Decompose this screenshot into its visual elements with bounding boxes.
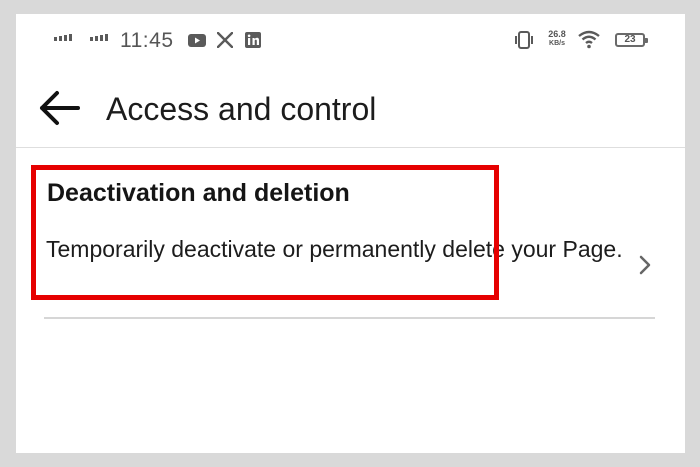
option-title: Deactivation and deletion (47, 179, 350, 207)
linkedin-icon (245, 32, 261, 48)
network-speed-value: 26.8 (548, 29, 566, 39)
network-speed: 26.8 KB/s (544, 30, 570, 48)
clock: 11:45 (120, 29, 174, 52)
chevron-right-icon (639, 255, 651, 275)
x-icon (217, 32, 233, 48)
header-divider (16, 147, 685, 148)
battery-icon: 23 (615, 33, 648, 47)
app-header: Access and control (16, 74, 685, 144)
option-description: Temporarily deactivate or permanently de… (46, 236, 623, 262)
signal-icon (54, 34, 72, 41)
status-bar: 11:45 26.8 KB/s 23 (16, 14, 685, 66)
back-button[interactable] (38, 88, 82, 128)
youtube-icon (188, 34, 206, 47)
battery-level: 23 (624, 34, 636, 45)
option-divider (44, 317, 655, 319)
arrow-left-icon (40, 91, 80, 125)
network-speed-unit: KB/s (549, 40, 565, 47)
vibrate-icon (515, 31, 533, 49)
deactivation-deletion-option[interactable]: Deactivation and deletion Temporarily de… (16, 164, 685, 309)
signal-icon (90, 34, 108, 41)
wifi-icon (578, 30, 600, 49)
phone-screen: 11:45 26.8 KB/s 23 Access and control De… (16, 14, 685, 453)
page-title: Access and control (106, 91, 377, 127)
